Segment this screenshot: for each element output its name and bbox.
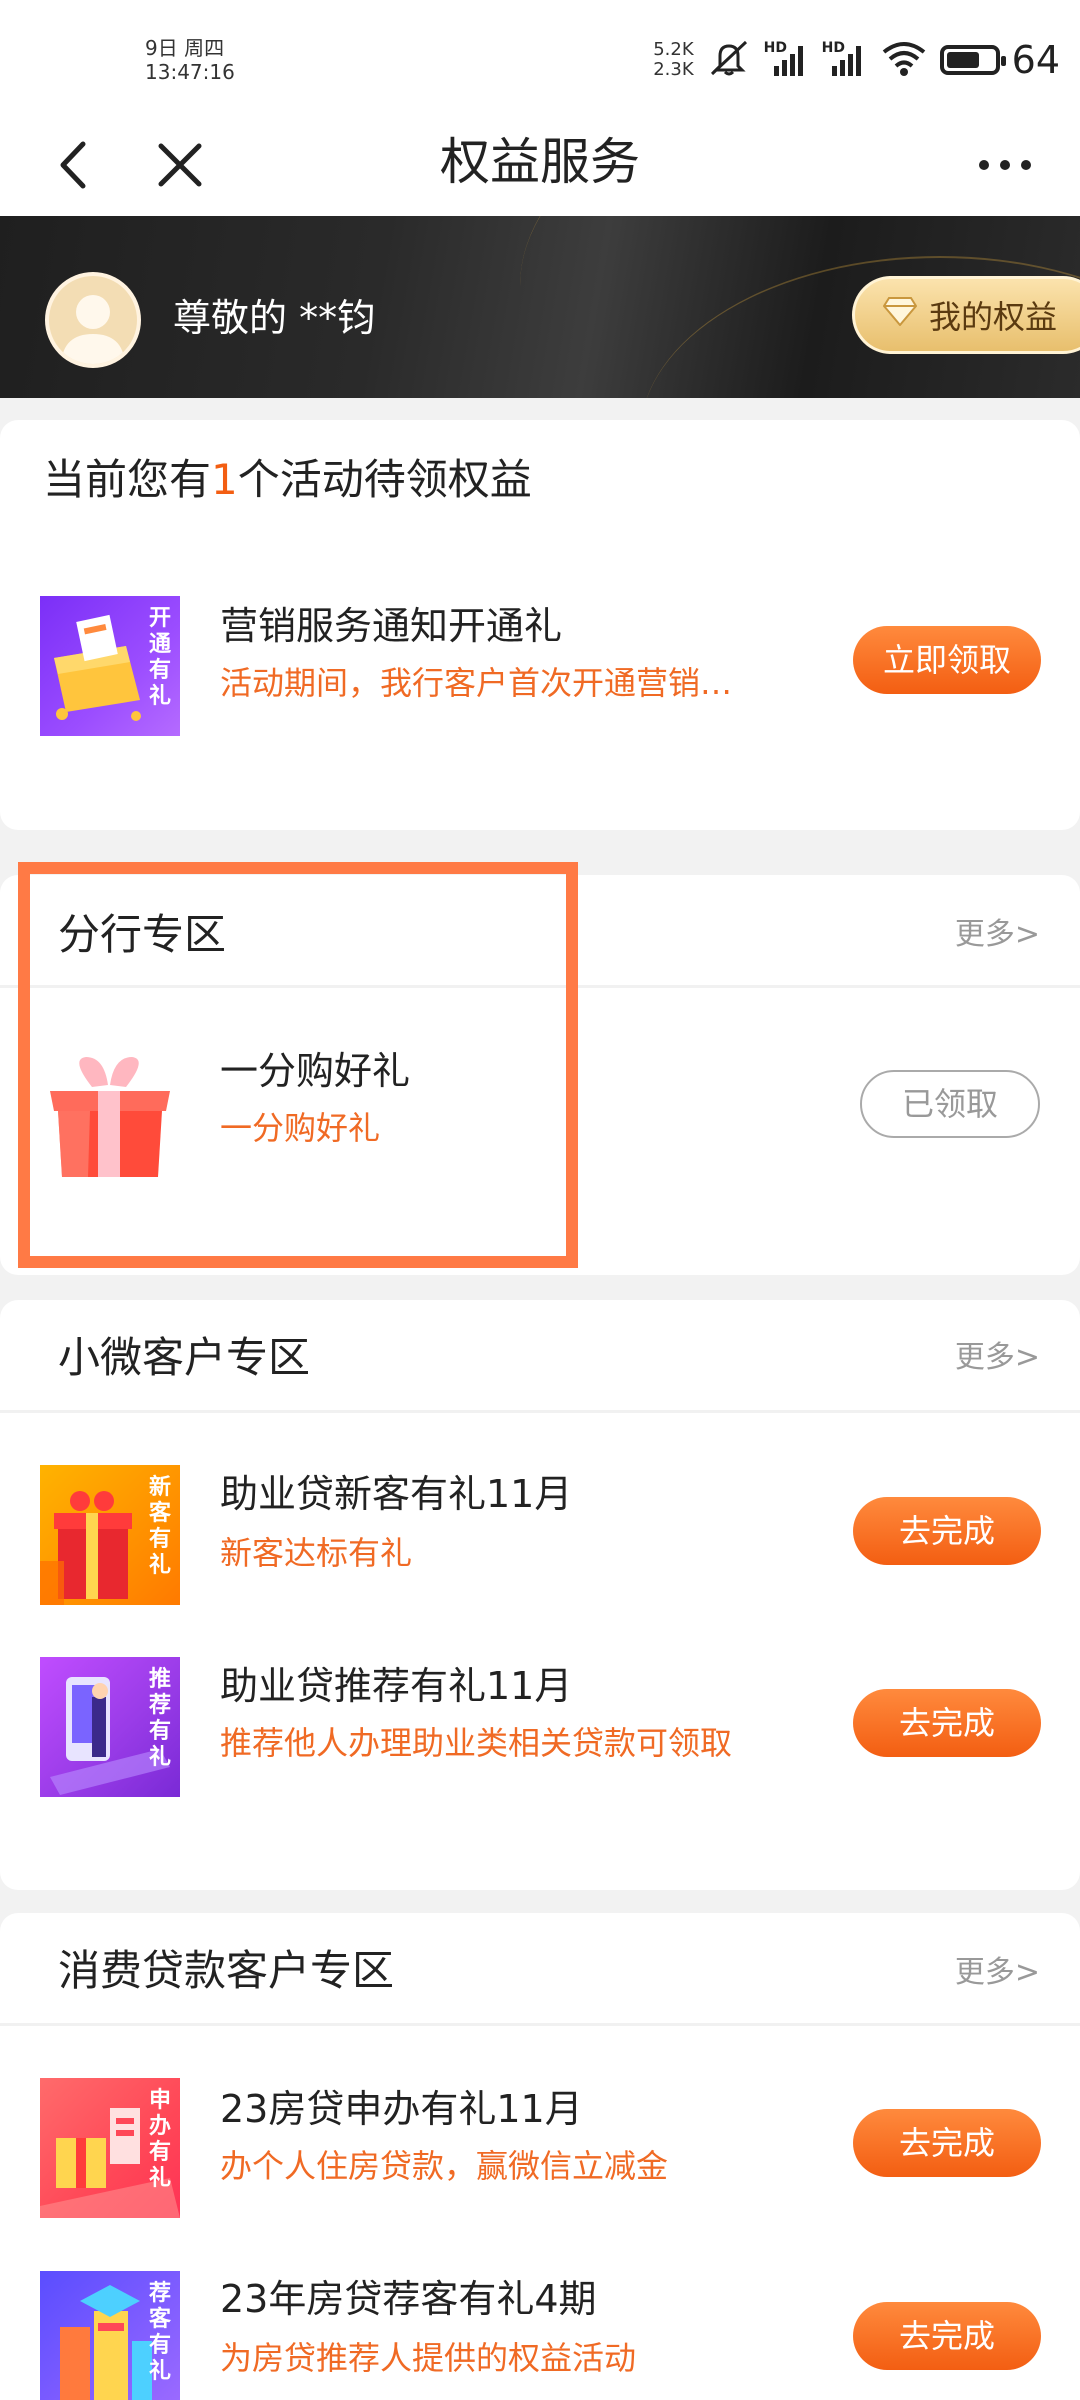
item-subtitle: 为房贷推荐人提供的权益活动 [220,2339,637,2377]
claim-now-button[interactable]: 立即领取 [853,626,1041,694]
go-complete-button[interactable]: 去完成 [853,2302,1041,2370]
network-speed: 5.2K 2.3K [653,40,693,80]
go-complete-button[interactable]: 去完成 [853,1497,1041,1565]
item-title: 23年房贷荐客有礼4期 [220,2277,597,2321]
battery-level: 64 [1011,38,1060,82]
branch-more-link[interactable]: 更多> [955,915,1040,955]
item-subtitle: 新客达标有礼 [220,1534,413,1572]
item-title: 助业贷新客有礼11月 [220,1472,573,1516]
mortgage-apply-thumbnail: 申办有礼 [40,2078,180,2218]
go-complete-button[interactable]: 去完成 [853,2109,1041,2177]
thumbnail-label: 推荐有礼 [148,1667,171,1770]
new-customer-gift-thumbnail: 新客有礼 [40,1465,180,1605]
page-title: 权益服务 [440,133,640,191]
member-banner: 尊敬的 **钧 我的权益 [0,216,1080,398]
small-micro-card: 小微客户专区 更多> 新客有礼 助业贷新客有礼11月 新客达标有礼 去完成 推荐… [0,1300,1080,1890]
diamond-icon [882,296,918,334]
divider [0,2023,1080,2026]
consumer-loan-card: 消费贷款客户专区 更多> 申办有礼 23房贷申办有礼11月 办个人住房贷款，赢微… [0,1913,1080,2400]
pending-rights-card: 当前您有1个活动待领权益 开通有礼 营销服务通知开通礼 活动期间，我行客户首次开… [0,420,1080,830]
avatar[interactable] [45,272,141,368]
my-rights-label: 我的权益 [929,298,1058,336]
claimed-button[interactable]: 已领取 [860,1070,1040,1138]
pending-title-prefix: 当前您有 [43,455,212,504]
status-indicators: 5.2K 2.3K HD HD 64 [653,36,1060,84]
nav-bar: 权益服务 [0,110,1080,216]
go-complete-button[interactable]: 去完成 [853,1689,1041,1757]
item-title: 助业贷推荐有礼11月 [220,1664,573,1708]
item-title: 23房贷申办有礼11月 [220,2087,583,2131]
user-greeting: 尊敬的 **钧 [173,296,376,340]
thumbnail-label: 申办有礼 [148,2088,171,2191]
status-datetime: 9日 周四 13:47:16 [145,36,235,84]
small-micro-title: 小微客户专区 [58,1333,311,1382]
battery-icon [939,45,1006,75]
my-rights-button[interactable]: 我的权益 [852,276,1080,354]
status-date: 9日 周四 [145,36,225,60]
item-subtitle: 推荐他人办理助业类相关贷款可领取 [220,1724,733,1762]
signal-icon: HD [764,40,810,80]
net-up: 5.2K [653,39,694,60]
item-subtitle: 活动期间，我行客户首次开通营销… [220,664,733,702]
wifi-icon [880,38,928,82]
thumbnail-label: 开通有礼 [148,606,171,709]
pending-title-suffix: 个活动待领权益 [237,455,532,504]
thumbnail-label: 新客有礼 [148,1475,171,1578]
highlight-box [18,862,578,1268]
status-bar: 9日 周四 13:47:16 5.2K 2.3K HD HD 64 [0,0,1080,120]
status-time: 13:47:16 [145,60,235,84]
page: 9日 周四 13:47:16 5.2K 2.3K HD HD 64 权益服务 尊… [0,0,1080,2400]
pending-title: 当前您有1个活动待领权益 [43,450,532,510]
open-gift-thumbnail: 开通有礼 [40,596,180,736]
net-down: 2.3K [653,59,694,80]
mute-icon [706,38,752,82]
pending-count: 1 [211,455,238,504]
item-subtitle: 办个人住房贷款，赢微信立减金 [220,2147,669,2185]
more-icon[interactable] [970,130,1040,200]
consumer-loan-title: 消费贷款客户专区 [58,1946,395,1995]
divider [0,1410,1080,1413]
mortgage-referral-thumbnail: 荐客有礼 [40,2271,180,2400]
small-micro-more-link[interactable]: 更多> [955,1338,1040,1378]
item-title: 营销服务通知开通礼 [220,604,563,648]
thumbnail-label: 荐客有礼 [148,2281,171,2384]
consumer-loan-more-link[interactable]: 更多> [955,1953,1040,1993]
referral-gift-thumbnail: 推荐有礼 [40,1657,180,1797]
signal-icon: HD [822,40,868,80]
